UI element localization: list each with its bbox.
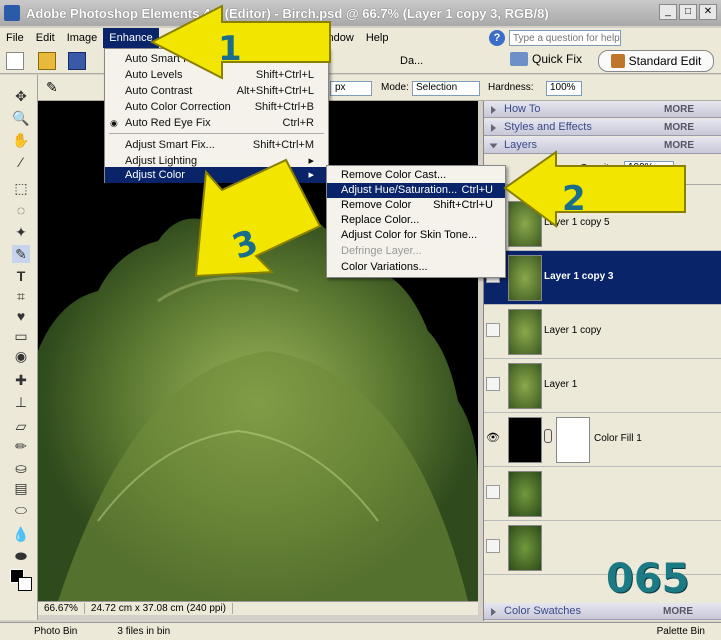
callout-arrow-3: 3 xyxy=(194,158,322,278)
callout-arrow-2: 2 xyxy=(503,150,686,228)
callout-overlay: 1 2 3 xyxy=(149,4,686,278)
callout-arrow-1: 1 xyxy=(149,4,331,80)
tutorial-step-number: 065 xyxy=(606,556,690,602)
callout-number-1: 1 xyxy=(218,29,242,69)
callout-number-2: 2 xyxy=(562,179,586,219)
